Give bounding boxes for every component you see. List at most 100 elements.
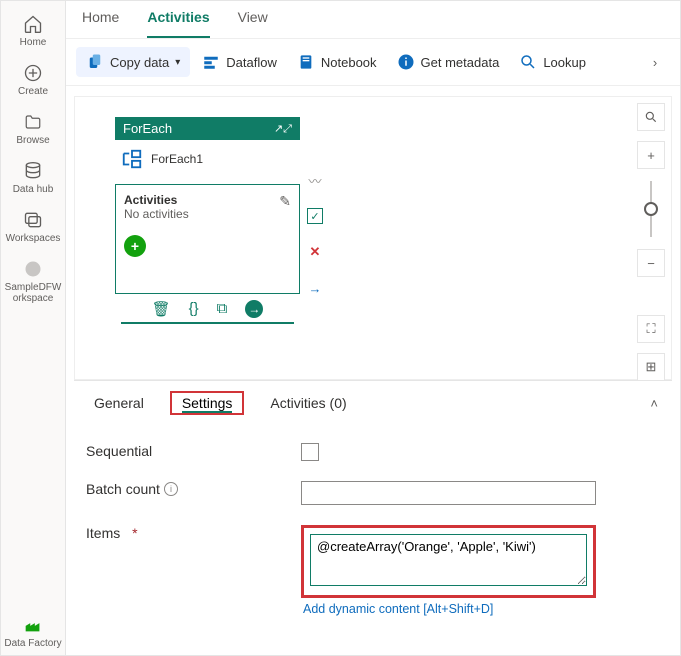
panel-tab-activities[interactable]: Activities (0) bbox=[264, 391, 352, 415]
tab-view[interactable]: View bbox=[238, 9, 268, 38]
foreach-header[interactable]: ForEach ↗⤢ bbox=[115, 117, 300, 140]
notebook-label: Notebook bbox=[321, 55, 377, 70]
chevron-down-icon: ▾ bbox=[175, 57, 180, 68]
getmeta-button[interactable]: Get metadata bbox=[389, 49, 508, 75]
zoom-slider[interactable] bbox=[650, 181, 652, 237]
dataflow-button[interactable]: Dataflow bbox=[194, 49, 285, 75]
activity-toolbar: Copy data ▾ Dataflow Notebook Get metada… bbox=[66, 39, 680, 86]
rail-home-label: Home bbox=[20, 37, 47, 48]
delete-icon[interactable]: 🗑 bbox=[152, 300, 171, 318]
activities-empty: No activities bbox=[124, 207, 291, 221]
add-activity-button[interactable]: + bbox=[124, 235, 146, 257]
sequential-label: Sequential bbox=[86, 443, 301, 459]
data-factory-icon bbox=[22, 614, 44, 636]
chevron-up-icon: ˄ bbox=[650, 396, 658, 411]
rail-datafactory[interactable]: Data Factory bbox=[2, 608, 64, 655]
batch-label: Batch count i bbox=[86, 481, 301, 497]
properties-panel: General Settings Activities (0) ˄ Sequen… bbox=[74, 380, 672, 644]
rail-datafactory-label: Data Factory bbox=[4, 638, 61, 649]
sequential-checkbox[interactable] bbox=[301, 443, 319, 461]
rail-browse-label: Browse bbox=[16, 135, 49, 146]
copy-icon[interactable]: ⧉ bbox=[217, 300, 228, 318]
rail-workspaces[interactable]: Workspaces bbox=[2, 203, 64, 250]
rail-workspaces-label: Workspaces bbox=[6, 233, 61, 244]
zoom-out[interactable]: − bbox=[637, 249, 665, 277]
rail-create-label: Create bbox=[18, 86, 48, 97]
panel-tab-settings[interactable]: Settings bbox=[170, 391, 245, 415]
dataflow-icon bbox=[202, 53, 220, 71]
plus-circle-icon bbox=[22, 62, 44, 84]
minus-icon: − bbox=[647, 256, 655, 271]
notebook-button[interactable]: Notebook bbox=[289, 49, 385, 75]
left-rail: Home Create Browse Data hub Workspaces S… bbox=[1, 1, 66, 655]
search-icon bbox=[644, 110, 658, 124]
pipeline-canvas[interactable]: ForEach ↗⤢ ForEach1 ✎ Activities No acti… bbox=[74, 96, 672, 380]
lookup-button[interactable]: Lookup bbox=[511, 49, 594, 75]
fit-icon: ⛶ bbox=[646, 321, 655, 337]
add-dynamic-content-link[interactable]: Add dynamic content [Alt+Shift+D] bbox=[301, 602, 596, 616]
home-icon bbox=[22, 13, 44, 35]
expand-icon[interactable]: ↗⤢ bbox=[274, 122, 292, 136]
activities-title: Activities bbox=[124, 193, 291, 207]
panel-tab-general[interactable]: General bbox=[88, 391, 150, 415]
lookup-label: Lookup bbox=[543, 55, 586, 70]
foreach-tools: 🗑 {} ⧉ → bbox=[121, 294, 294, 324]
info-icon[interactable]: i bbox=[164, 482, 178, 496]
folder-icon bbox=[22, 111, 44, 133]
tab-activities[interactable]: Activities bbox=[147, 9, 209, 38]
toolbar-more[interactable]: › bbox=[640, 55, 670, 70]
align-icon: ⊞ bbox=[646, 359, 657, 375]
foreach-activity[interactable]: ForEach ↗⤢ ForEach1 ✎ Activities No acti… bbox=[115, 117, 300, 324]
batch-input[interactable] bbox=[301, 481, 596, 505]
rail-datahub[interactable]: Data hub bbox=[2, 154, 64, 201]
rail-create[interactable]: Create bbox=[2, 56, 64, 103]
dataflow-label: Dataflow bbox=[226, 55, 277, 70]
zoom-knob[interactable] bbox=[644, 202, 658, 216]
sample-icon bbox=[22, 258, 44, 280]
canvas-search[interactable] bbox=[637, 103, 665, 131]
getmeta-label: Get metadata bbox=[421, 55, 500, 70]
tab-home[interactable]: Home bbox=[82, 9, 119, 38]
required-asterisk: * bbox=[132, 525, 137, 541]
success-connector-icon[interactable]: ✓ bbox=[307, 208, 323, 224]
foreach-name-row: ForEach1 bbox=[115, 140, 300, 178]
fail-connector-icon[interactable]: ✕ bbox=[307, 244, 323, 260]
copy-data-icon bbox=[86, 53, 104, 71]
workspaces-icon bbox=[22, 209, 44, 231]
chevron-right-icon: › bbox=[653, 55, 657, 70]
braces-icon[interactable]: {} bbox=[189, 300, 199, 318]
notebook-icon bbox=[297, 53, 315, 71]
output-icon[interactable]: 〰 bbox=[307, 172, 323, 188]
foreach-type-icon bbox=[121, 148, 143, 170]
canvas-controls: + − ⛶ ⊞ bbox=[637, 103, 665, 381]
plus-icon: + bbox=[647, 148, 655, 163]
info-icon bbox=[397, 53, 415, 71]
rail-sample[interactable]: SampleDFW orkspace bbox=[2, 252, 64, 310]
items-textarea[interactable] bbox=[310, 534, 587, 586]
foreach-title: ForEach bbox=[123, 121, 172, 136]
rail-datahub-label: Data hub bbox=[13, 184, 54, 195]
activity-connectors: 〰 ✓ ✕ → bbox=[307, 172, 323, 296]
search-icon bbox=[519, 53, 537, 71]
copy-data-button[interactable]: Copy data ▾ bbox=[76, 47, 190, 77]
top-tabs: Home Activities View bbox=[66, 1, 680, 39]
rail-home[interactable]: Home bbox=[2, 7, 64, 54]
database-icon bbox=[22, 160, 44, 182]
panel-tabs: General Settings Activities (0) ˄ bbox=[82, 381, 664, 423]
rail-sample-label: SampleDFW orkspace bbox=[5, 282, 62, 304]
zoom-in[interactable]: + bbox=[637, 141, 665, 169]
auto-align[interactable]: ⊞ bbox=[637, 353, 665, 381]
completion-connector-icon[interactable]: → bbox=[307, 280, 323, 296]
foreach-inner[interactable]: ✎ Activities No activities + bbox=[115, 184, 300, 294]
plus-icon: + bbox=[131, 238, 139, 254]
run-icon[interactable]: → bbox=[245, 300, 263, 318]
edit-icon[interactable]: ✎ bbox=[279, 193, 291, 210]
copy-data-label: Copy data bbox=[110, 55, 169, 70]
settings-form: Sequential Batch count i Items * A bbox=[82, 423, 664, 636]
items-highlight bbox=[301, 525, 596, 598]
items-label: Items * bbox=[86, 525, 301, 541]
rail-browse[interactable]: Browse bbox=[2, 105, 64, 152]
panel-collapse[interactable]: ˄ bbox=[650, 396, 658, 411]
fit-screen[interactable]: ⛶ bbox=[637, 315, 665, 343]
foreach-name: ForEach1 bbox=[151, 152, 203, 166]
